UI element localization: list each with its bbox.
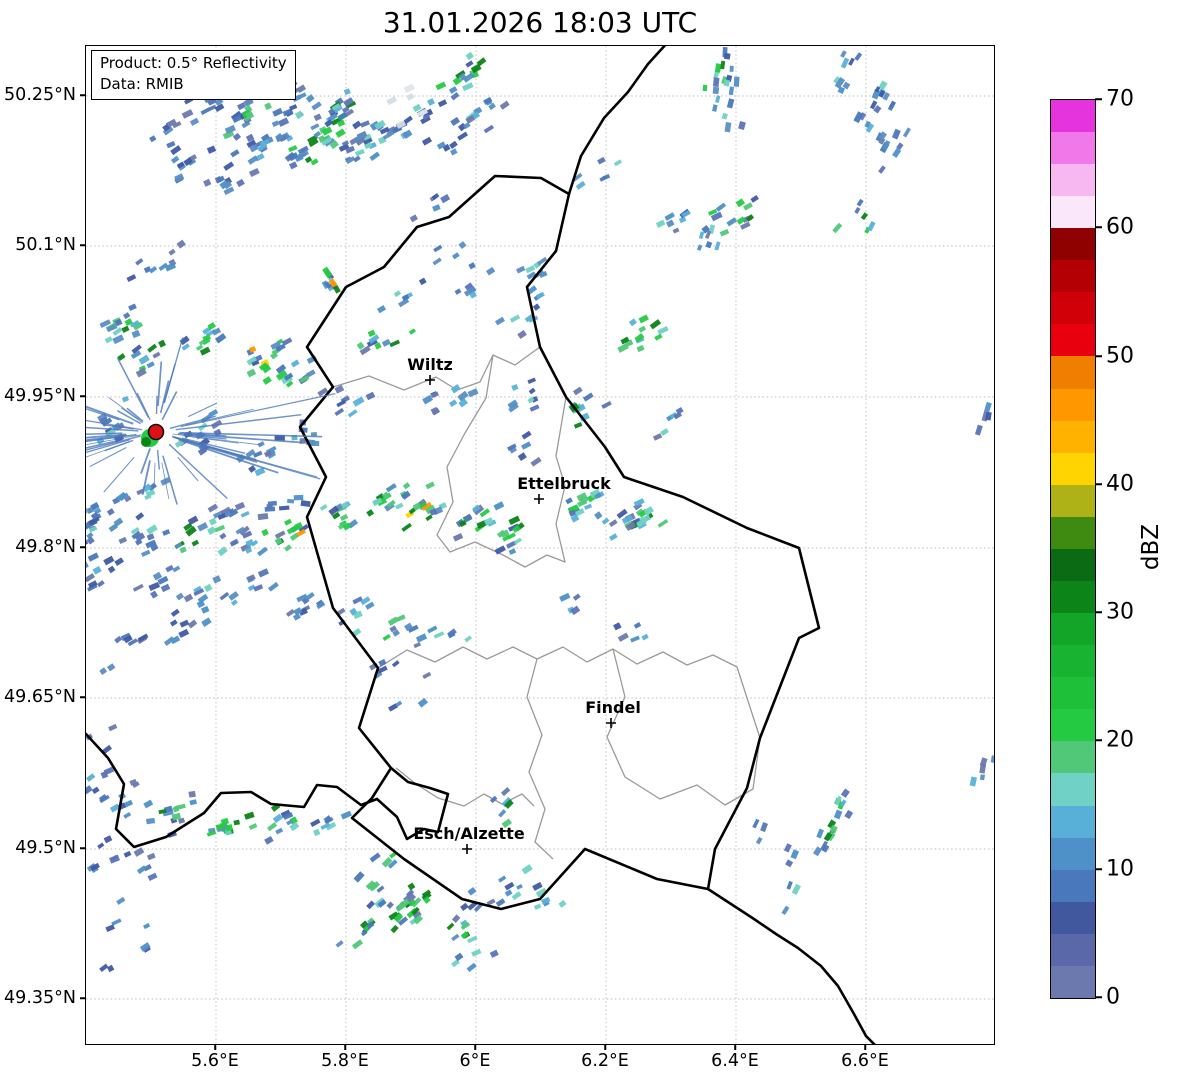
colorbar-tick-label: 60 bbox=[1106, 215, 1134, 240]
colorbar-segment bbox=[1051, 453, 1095, 485]
radar-map-canvas: Wiltz Ettelbruck Findel Esch/Alzette bbox=[86, 46, 995, 1045]
colorbar-tick-mark bbox=[1095, 739, 1102, 741]
district-border bbox=[396, 768, 534, 806]
y-tick-label: 49.95°N bbox=[0, 386, 76, 406]
colorbar-segment bbox=[1051, 838, 1095, 870]
y-tick-mark bbox=[80, 696, 85, 698]
district-border bbox=[378, 647, 760, 738]
y-tick-mark bbox=[80, 94, 85, 96]
y-tick-mark bbox=[80, 395, 85, 397]
colorbar-segment bbox=[1051, 485, 1095, 517]
colorbar-tick-mark bbox=[1095, 611, 1102, 613]
product-label: Product: 0.5° Reflectivity bbox=[100, 53, 287, 74]
colorbar-segment bbox=[1051, 549, 1095, 581]
y-tick-mark bbox=[80, 997, 85, 999]
city-marker-cross bbox=[425, 375, 435, 385]
x-tick-label: 5.6°E bbox=[191, 1051, 239, 1071]
colorbar-segment bbox=[1051, 292, 1095, 324]
product-annotation-box: Product: 0.5° Reflectivity Data: RMIB bbox=[91, 50, 296, 100]
city-marker-cross bbox=[534, 494, 544, 504]
colorbar-tick-label: 40 bbox=[1106, 472, 1134, 497]
city-label: Ettelbruck bbox=[517, 474, 611, 493]
colorbar-segment bbox=[1051, 741, 1095, 773]
colorbar-segment bbox=[1051, 356, 1095, 388]
colorbar-tick-mark bbox=[1095, 996, 1102, 998]
district-borders-layer bbox=[333, 347, 760, 859]
radar-figure: 31.01.2026 18:03 UTC Wiltz Ettelbruck Find… bbox=[0, 0, 1184, 1081]
colorbar-tick-label: 0 bbox=[1106, 985, 1120, 1010]
x-tick-mark bbox=[734, 1045, 736, 1050]
colorbar bbox=[1050, 99, 1096, 999]
colorbar-segment bbox=[1051, 389, 1095, 421]
x-tick-label: 6°E bbox=[460, 1051, 491, 1071]
colorbar-segment bbox=[1051, 228, 1095, 260]
colorbar-segment bbox=[1051, 645, 1095, 677]
map-plot-area: Wiltz Ettelbruck Findel Esch/Alzette Produc… bbox=[85, 45, 995, 1045]
x-tick-mark bbox=[474, 1045, 476, 1050]
y-tick-mark bbox=[80, 546, 85, 548]
colorbar-tick-mark bbox=[1095, 98, 1102, 100]
x-tick-label: 6.2°E bbox=[581, 1051, 629, 1071]
colorbar-segment bbox=[1051, 517, 1095, 549]
data-source-label: Data: RMIB bbox=[100, 74, 287, 95]
country-border bbox=[569, 46, 668, 194]
colorbar-tick-label: 10 bbox=[1106, 857, 1134, 882]
colorbar-segment bbox=[1051, 613, 1095, 645]
colorbar-segment bbox=[1051, 773, 1095, 805]
y-tick-label: 49.65°N bbox=[0, 687, 76, 707]
x-tick-label: 5.8°E bbox=[321, 1051, 369, 1071]
country-border bbox=[708, 889, 878, 1045]
colorbar-segment bbox=[1051, 709, 1095, 741]
colorbar-tick-mark bbox=[1095, 483, 1102, 485]
colorbar-tick-mark bbox=[1095, 355, 1102, 357]
district-border bbox=[527, 659, 553, 859]
y-tick-mark bbox=[80, 244, 85, 246]
city-marker-cross bbox=[462, 844, 472, 854]
y-tick-label: 49.35°N bbox=[0, 988, 76, 1008]
y-tick-mark bbox=[80, 847, 85, 849]
district-border bbox=[607, 649, 760, 805]
x-tick-mark bbox=[344, 1045, 346, 1050]
city-label: Findel bbox=[585, 698, 641, 717]
city-label: Esch/Alzette bbox=[413, 824, 525, 843]
colorbar-tick-label: 70 bbox=[1106, 87, 1134, 112]
radar-site-dot bbox=[149, 425, 164, 440]
colorbar-segment bbox=[1051, 806, 1095, 838]
colorbar-tick-label: 50 bbox=[1106, 344, 1134, 369]
y-tick-label: 49.5°N bbox=[0, 838, 76, 858]
country-border bbox=[86, 734, 448, 847]
colorbar-segment bbox=[1051, 934, 1095, 966]
colorbar-segment bbox=[1051, 581, 1095, 613]
city-label: Wiltz bbox=[407, 355, 453, 374]
colorbar-axis-label: dBZ bbox=[1138, 524, 1164, 570]
colorbar-tick-mark bbox=[1095, 868, 1102, 870]
x-tick-mark bbox=[864, 1045, 866, 1050]
x-tick-mark bbox=[214, 1045, 216, 1050]
radar-echo-layer bbox=[86, 46, 995, 972]
colorbar-segment bbox=[1051, 421, 1095, 453]
plot-title: 31.01.2026 18:03 UTC bbox=[85, 8, 995, 39]
y-tick-label: 50.25°N bbox=[0, 85, 76, 105]
colorbar-segment bbox=[1051, 902, 1095, 934]
colorbar-segment bbox=[1051, 260, 1095, 292]
colorbar-tick-mark bbox=[1095, 226, 1102, 228]
colorbar-segment bbox=[1051, 677, 1095, 709]
colorbar-tick-label: 30 bbox=[1106, 600, 1134, 625]
colorbar-tick-label: 20 bbox=[1106, 728, 1134, 753]
colorbar-segment bbox=[1051, 132, 1095, 164]
y-tick-label: 49.8°N bbox=[0, 537, 76, 557]
x-tick-label: 6.4°E bbox=[711, 1051, 759, 1071]
colorbar-segment bbox=[1051, 164, 1095, 196]
colorbar-segment bbox=[1051, 100, 1095, 132]
colorbar-segment bbox=[1051, 966, 1095, 998]
x-tick-mark bbox=[604, 1045, 606, 1050]
y-tick-label: 50.1°N bbox=[0, 235, 76, 255]
colorbar-segment bbox=[1051, 196, 1095, 228]
colorbar-segment bbox=[1051, 870, 1095, 902]
colorbar-segment bbox=[1051, 324, 1095, 356]
x-tick-label: 6.6°E bbox=[841, 1051, 889, 1071]
